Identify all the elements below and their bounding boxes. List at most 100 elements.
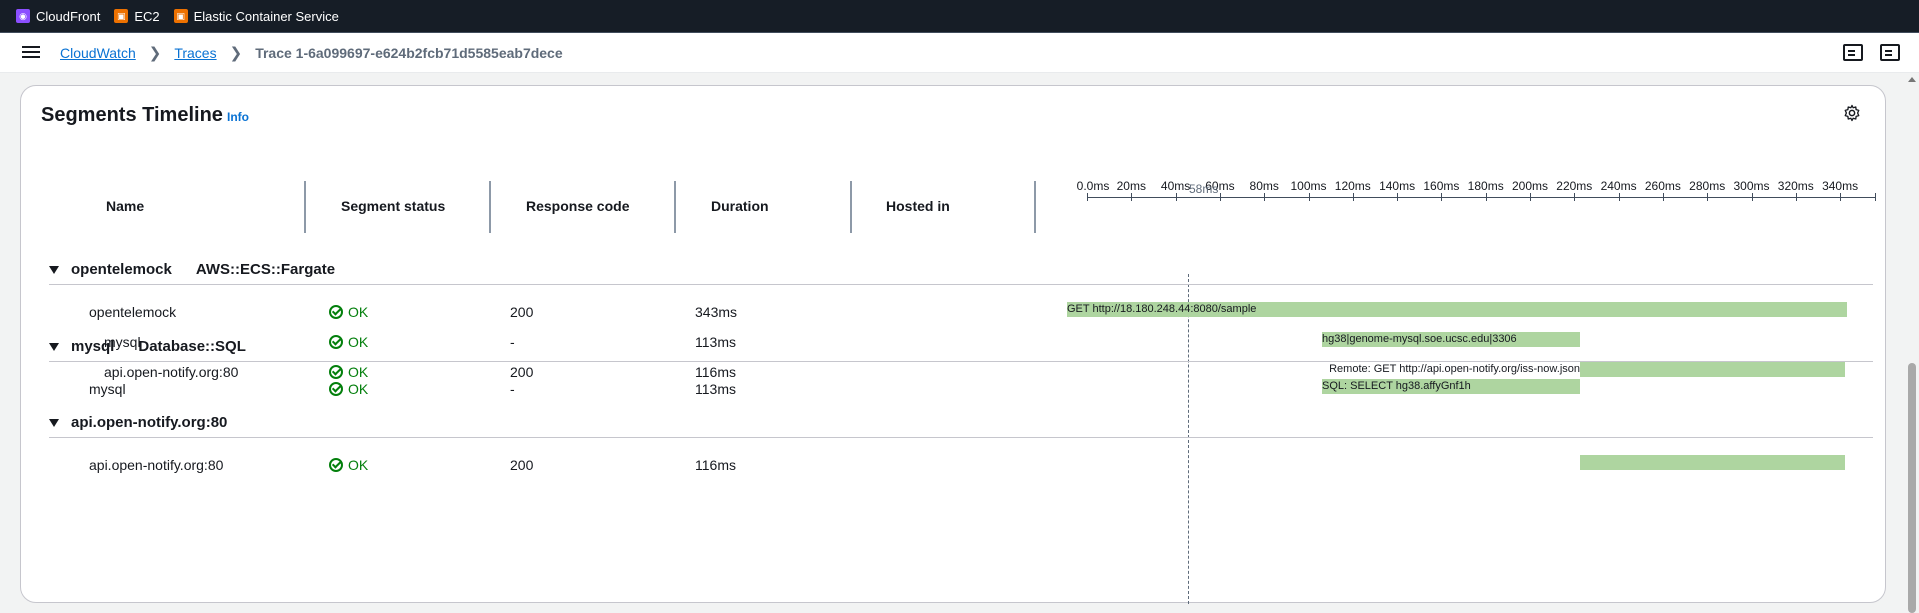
cloudshell-icon[interactable] <box>1880 44 1900 61</box>
duration: 116ms <box>695 364 736 380</box>
group-header[interactable]: mysql Database::SQL <box>49 338 246 355</box>
status-text: OK <box>348 364 369 380</box>
column-divider[interactable] <box>1034 181 1036 233</box>
check-circle-icon <box>329 305 343 319</box>
group-header[interactable]: opentelemock AWS::ECS::Fargate <box>49 261 335 278</box>
breadcrumb-cloudwatch[interactable]: CloudWatch <box>60 45 136 61</box>
axis-tick-mark <box>1574 193 1576 201</box>
axis-tick-mark <box>1751 193 1753 201</box>
favorite-label: EC2 <box>134 8 160 24</box>
axis-tick-mark <box>1485 193 1487 201</box>
timeline-bar[interactable] <box>1580 362 1845 377</box>
axis-tick-label: 240ms <box>1600 179 1637 193</box>
breadcrumb-current: Trace 1-6a099697-e624b2fcb71d5585eab7dec… <box>255 45 563 61</box>
axis-tick-mark <box>1530 193 1531 201</box>
axis-tick-mark <box>1219 193 1221 201</box>
timeline-bar-label: GET http://18.180.248.44:8080/sample <box>1067 303 1257 315</box>
ec2-icon: ▣ <box>114 9 129 23</box>
axis-tick-label: 0.0ms <box>1076 179 1110 193</box>
axis-tick-mark <box>1875 193 1876 201</box>
scroll-up-arrow-icon[interactable] <box>1908 77 1916 82</box>
axis-tick-label: 220ms <box>1556 179 1593 193</box>
breadcrumb: CloudWatch ❯ Traces ❯ Trace 1-6a099697-e… <box>60 44 563 62</box>
segment-name[interactable]: opentelemock <box>89 304 176 320</box>
favorite-ecs[interactable]: ▣ Elastic Container Service <box>173 8 339 24</box>
segment-name[interactable]: api.open-notify.org:80 <box>104 364 238 380</box>
favorite-label: Elastic Container Service <box>193 8 339 24</box>
check-circle-icon <box>329 365 343 379</box>
segment-status: OK <box>329 381 368 397</box>
segment-status: OK <box>329 457 368 473</box>
group-name: mysql <box>71 338 115 355</box>
column-header-hosted[interactable]: Hosted in <box>886 198 950 214</box>
column-header-code[interactable]: Response code <box>526 198 629 214</box>
status-text: OK <box>348 381 369 397</box>
segment-status: OK <box>329 334 368 350</box>
timeline-bar[interactable] <box>1580 455 1845 470</box>
column-header-status[interactable]: Segment status <box>341 198 445 214</box>
group-header[interactable]: api.open-notify.org:80 <box>49 414 227 431</box>
response-code: 200 <box>510 364 534 380</box>
axis-tick-label: 320ms <box>1777 179 1814 193</box>
axis-tick-mark <box>1441 193 1443 201</box>
vertical-scrollbar[interactable] <box>1905 73 1919 613</box>
group-divider <box>49 361 1873 362</box>
favorite-label: CloudFront <box>36 8 101 24</box>
chevron-right-icon: ❯ <box>148 45 162 62</box>
response-code: - <box>510 334 515 350</box>
check-circle-icon <box>329 458 343 472</box>
response-code: - <box>510 381 515 397</box>
duration: 116ms <box>695 457 736 473</box>
column-divider[interactable] <box>304 181 306 233</box>
axis-tick-label: 300ms <box>1733 179 1770 193</box>
column-header-name[interactable]: Name <box>106 198 144 214</box>
breadcrumb-traces[interactable]: Traces <box>174 45 216 61</box>
axis-tick-label: 80ms <box>1249 179 1279 193</box>
scrollbar-thumb[interactable] <box>1908 363 1916 613</box>
check-circle-icon <box>329 382 343 396</box>
axis-tick-label: 340ms <box>1822 179 1859 193</box>
hamburger-menu-icon[interactable] <box>22 43 40 63</box>
column-divider[interactable] <box>489 181 491 233</box>
column-header-duration[interactable]: Duration <box>711 198 769 214</box>
timeline-bar-label: hg38|genome-mysql.soe.ucsc.edu|3306 <box>1322 333 1517 345</box>
gear-icon[interactable] <box>1843 104 1861 122</box>
favorites-bar: ◉ CloudFront ▣ EC2 ▣ Elastic Container S… <box>0 0 1919 33</box>
feedback-icon[interactable] <box>1843 44 1863 61</box>
group-type: Database::SQL <box>138 338 246 355</box>
axis-tick-label: 260ms <box>1644 179 1681 193</box>
group-type: AWS::ECS::Fargate <box>195 261 336 278</box>
axis-tick-label: 180ms <box>1467 179 1504 193</box>
caret-down-icon[interactable] <box>49 418 59 427</box>
axis-tick-label: 140ms <box>1379 179 1416 193</box>
caret-down-icon[interactable] <box>49 342 59 351</box>
axis-line <box>1087 197 1875 198</box>
ecs-icon: ▣ <box>173 9 188 23</box>
column-divider[interactable] <box>674 181 676 233</box>
favorite-cloudfront[interactable]: ◉ CloudFront <box>16 9 100 24</box>
axis-tick-label: 20ms <box>1116 179 1146 193</box>
axis-tick-mark <box>1308 193 1310 201</box>
axis-tick-mark <box>1352 193 1354 201</box>
segment-name[interactable]: mysql <box>89 381 126 397</box>
axis-tick-mark <box>1397 193 1399 201</box>
axis-tick-mark <box>1840 193 1842 201</box>
cursor-time-label: 58ms <box>1189 182 1219 196</box>
axis-tick-mark <box>1131 193 1133 201</box>
axis-tick-label: 200ms <box>1511 179 1549 193</box>
column-divider[interactable] <box>850 181 852 233</box>
favorite-ec2[interactable]: ▣ EC2 <box>114 8 160 24</box>
status-text: OK <box>348 457 369 473</box>
axis-tick-label: 40ms <box>1160 179 1191 193</box>
chevron-right-icon: ❯ <box>229 45 243 62</box>
axis-tick-mark <box>1087 193 1088 201</box>
response-code: 200 <box>510 457 534 473</box>
duration: 343ms <box>695 304 738 320</box>
segment-name[interactable]: api.open-notify.org:80 <box>89 457 223 473</box>
axis-tick-label: 160ms <box>1423 179 1460 193</box>
segment-status: OK <box>329 364 368 380</box>
segment-status: OK <box>329 304 368 320</box>
info-link[interactable]: Info <box>227 110 249 124</box>
caret-down-icon[interactable] <box>49 265 59 274</box>
axis-tick-mark <box>1264 193 1266 201</box>
